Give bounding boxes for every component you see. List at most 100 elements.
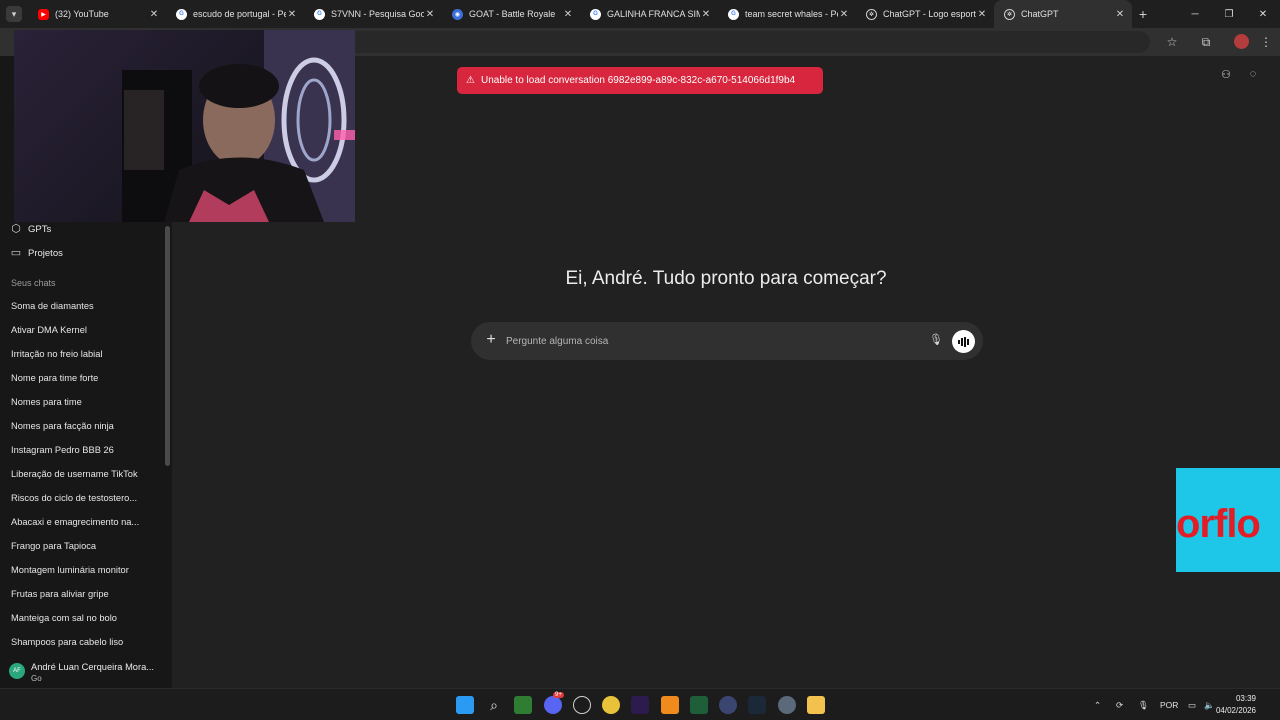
tab-title: GALINHA FRANCA SIMBO [607, 9, 700, 19]
chat-item[interactable]: Liberação de username TikTok [11, 469, 161, 479]
tab-youtube[interactable]: ▶ (32) YouTube ✕ [28, 0, 166, 28]
excel-icon[interactable] [690, 696, 708, 714]
tab-title: ChatGPT [1021, 9, 1059, 19]
chrome-icon[interactable] [602, 696, 620, 714]
system-clock[interactable]: 03:39 04/02/2026 [1216, 693, 1256, 717]
chat-item[interactable]: Instagram Pedro BBB 26 [11, 445, 161, 455]
cube-icon: ⬡ [11, 223, 21, 235]
tab-title: (32) YouTube [55, 9, 109, 19]
display-icon[interactable]: ▭ [1188, 689, 1196, 720]
close-tab-icon[interactable]: ✕ [1114, 9, 1126, 20]
tray-chevron-icon[interactable]: ⌃ [1094, 689, 1101, 720]
section-label-chats: Seus chats [11, 278, 56, 288]
sync-icon[interactable]: ⟳ [1116, 689, 1123, 720]
chat-item[interactable]: Nomes para facção ninja [11, 421, 161, 431]
sidebar-item-label: GPTs [28, 223, 52, 235]
close-tab-icon[interactable]: ✕ [148, 9, 160, 20]
webcam-feed-image [122, 30, 355, 222]
address-bar[interactable] [330, 31, 1150, 53]
chat-item[interactable]: Ativar DMA Kernel [11, 325, 161, 335]
tab-search-icon[interactable]: ▾ [6, 6, 22, 22]
plus-icon[interactable]: + [484, 331, 498, 349]
chat-item[interactable]: Frango para Tapioca [11, 541, 161, 551]
close-tab-icon[interactable]: ✕ [976, 9, 988, 20]
tab-google-search[interactable]: G escudo de portugal - Pesq ✕ [166, 0, 304, 28]
bookmark-star-icon[interactable]: ☆ [1164, 34, 1180, 50]
discord-badge: 9+ [553, 692, 564, 698]
tab-google-search[interactable]: G S7VNN - Pesquisa Google ✕ [304, 0, 442, 28]
user-name: André Luan Cerqueira Mora... [31, 662, 154, 672]
chat-item[interactable]: Frutas para aliviar gripe [11, 589, 161, 599]
chat-item[interactable]: Manteiga com sal no bolo [11, 613, 161, 623]
browser-tab-strip: ▾ ▶ (32) YouTube ✕ G escudo de portugal … [0, 0, 1280, 28]
chat-item[interactable]: Soma de diamantes [11, 301, 161, 311]
chatgpt-icon: ✲ [1004, 8, 1015, 20]
menu-kebab-icon[interactable]: ⋮ [1258, 34, 1274, 50]
tab-title: GOAT - Battle Royale [469, 9, 556, 19]
user-profile[interactable]: AF André Luan Cerqueira Mora... Go [0, 654, 172, 688]
clock-time: 03:39 [1235, 694, 1256, 703]
microphone-tray-icon[interactable]: 🎙 [1138, 689, 1149, 720]
close-window-button[interactable]: ✕ [1246, 0, 1280, 28]
youtube-icon: ▶ [38, 8, 49, 20]
tab-chatgpt-logo[interactable]: ✲ ChatGPT - Logo esportivo ✕ [856, 0, 994, 28]
chat-item[interactable]: Riscos do ciclo de testostero... [11, 493, 161, 503]
clock-date: 04/02/2026 [1215, 706, 1256, 715]
tab-chatgpt-active[interactable]: ✲ ChatGPT ✕ [994, 0, 1132, 28]
tab-google-search[interactable]: G team secret whales - Pesq ✕ [718, 0, 856, 28]
windows-start-icon[interactable] [456, 696, 474, 714]
voice-mode-button[interactable] [952, 330, 975, 353]
sidebar-item-gpts[interactable]: ⬡ GPTs [10, 220, 51, 238]
window-controls: ─ ❐ ✕ [1178, 0, 1280, 28]
microphone-icon[interactable]: 🎙 [929, 333, 943, 349]
extensions-icon[interactable]: ⧉ [1198, 34, 1214, 50]
steam-icon[interactable] [748, 696, 766, 714]
app-a-icon[interactable] [661, 696, 679, 714]
app-icon[interactable] [719, 696, 737, 714]
tab-google-search[interactable]: G GALINHA FRANCA SIMBO ✕ [580, 0, 718, 28]
close-tab-icon[interactable]: ✕ [286, 9, 298, 20]
settings-gear-icon[interactable] [778, 696, 796, 714]
greeting-heading: Ei, André. Tudo pronto para começar? [565, 268, 887, 289]
discord-icon[interactable] [544, 696, 562, 714]
search-icon[interactable]: ⌕ [485, 696, 503, 714]
add-person-icon[interactable]: ⚇ [1219, 68, 1233, 82]
file-explorer-icon[interactable] [807, 696, 825, 714]
google-icon: G [176, 8, 187, 20]
folder-icon: ▭ [10, 247, 22, 259]
chat-item[interactable]: Nomes para time [11, 397, 161, 407]
goat-icon: ◉ [452, 8, 463, 20]
chat-item[interactable]: Irritação no freio labial [11, 349, 161, 359]
close-tab-icon[interactable]: ✕ [562, 9, 574, 20]
new-tab-button[interactable]: + [1132, 6, 1154, 22]
google-icon: G [314, 8, 325, 20]
sidebar-item-projetos[interactable]: ▭ Projetos [10, 244, 63, 262]
profile-avatar[interactable] [1234, 34, 1249, 49]
avatar: AF [9, 663, 25, 679]
screen: ▾ ▶ (32) YouTube ✕ G escudo de portugal … [0, 0, 1280, 720]
volume-icon[interactable]: 🔈 [1204, 689, 1215, 720]
tab-goat[interactable]: ◉ GOAT - Battle Royale ✕ [442, 0, 580, 28]
close-tab-icon[interactable]: ✕ [838, 9, 850, 20]
language-indicator[interactable]: POR [1160, 689, 1178, 720]
chat-item[interactable]: Shampoos para cabelo liso [11, 637, 161, 647]
chat-item[interactable]: Montagem luminária monitor [11, 565, 161, 575]
temporary-chat-icon[interactable]: ◌ [1246, 68, 1260, 82]
webcam-overlay [14, 30, 355, 222]
sidebar-item-label: Projetos [28, 247, 63, 259]
minimize-button[interactable]: ─ [1178, 0, 1212, 28]
sidebar-scrollbar[interactable] [165, 226, 170, 466]
prompt-input[interactable] [506, 332, 886, 350]
chat-item[interactable]: Abacaxi e emagrecimento na... [11, 517, 161, 527]
tab-title: ChatGPT - Logo esportivo [883, 9, 976, 19]
restore-button[interactable]: ❐ [1212, 0, 1246, 28]
tab-title: S7VNN - Pesquisa Google [331, 9, 424, 19]
chat-item[interactable]: Nome para time forte [11, 373, 161, 383]
close-tab-icon[interactable]: ✕ [424, 9, 436, 20]
tab-title: escudo de portugal - Pesq [193, 9, 286, 19]
browser-alt-icon[interactable] [573, 696, 591, 714]
chatgpt-icon: ✲ [866, 8, 877, 20]
app-icon[interactable] [514, 696, 532, 714]
close-tab-icon[interactable]: ✕ [700, 9, 712, 20]
nzxt-icon[interactable] [631, 696, 649, 714]
